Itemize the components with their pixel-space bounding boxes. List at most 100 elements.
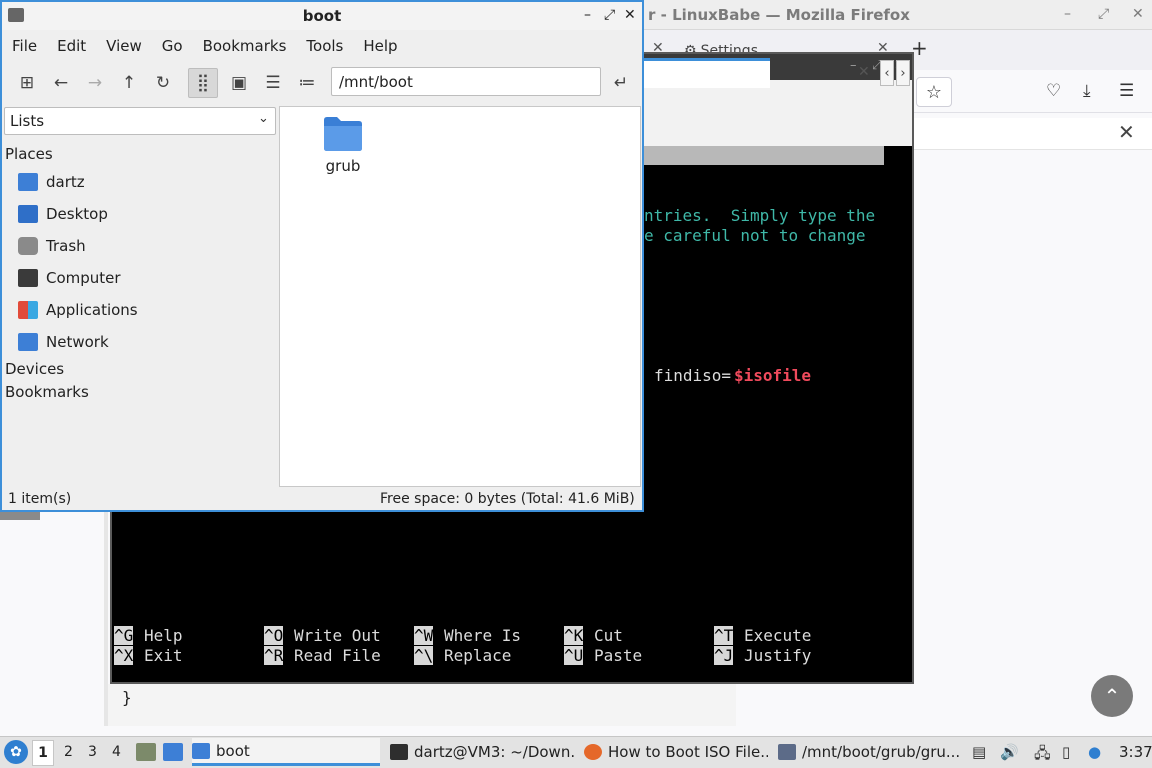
tab-scroll-left-button[interactable]: ‹ [880,60,894,86]
close-icon[interactable]: ✕ [624,7,636,23]
taskbar-task-firefox[interactable]: How to Boot ISO File... [584,738,768,766]
back-icon[interactable]: ← [46,68,76,98]
editor-line: ntries. Simply type the [644,206,876,225]
up-icon[interactable]: ↑ [114,68,144,98]
shortcut-label: Read File [294,646,381,665]
icon-view-icon[interactable]: ⣿ [188,68,218,98]
sidebar-item-label: Applications [46,301,138,319]
sidebar-item-computer[interactable]: Computer [18,266,121,290]
shortcut-key: ^X [114,646,134,665]
menu-bookmarks[interactable]: Bookmarks [193,32,297,60]
sidebar-section-bookmarks[interactable]: Bookmarks [5,383,89,401]
desktop-switcher-4[interactable]: 4 [112,744,121,760]
maximize-icon[interactable]: ⤢ [604,7,615,23]
sidebar-item-network[interactable]: Network [18,330,109,354]
menu-file[interactable]: File [2,32,47,60]
shortcut-label: Where Is [444,626,522,645]
hamburger-menu-icon[interactable]: ☰ [1119,81,1134,101]
sidebar-item-trash[interactable]: Trash [18,234,86,258]
pocket-icon[interactable]: ♡ [1046,81,1061,101]
folder-icon [324,117,362,151]
sidebar-item-label: Network [46,333,109,351]
minimize-icon[interactable]: – [1064,6,1071,22]
sidebar-section-places[interactable]: Places [5,145,53,163]
text-editor-icon [778,744,796,760]
shortcut-label: Write Out [294,626,381,645]
notification-close-icon[interactable]: ✕ [1118,120,1135,144]
minimize-icon[interactable]: – [584,7,591,23]
file-manager-launcher-icon[interactable] [136,743,156,761]
desktop-switcher-1[interactable]: 1 [32,740,54,766]
desktop-switcher-3[interactable]: 3 [88,744,97,760]
sidebar-item-applications[interactable]: Applications [18,298,138,322]
sidebar-mode-select[interactable]: Lists [4,107,276,135]
start-menu-button[interactable]: ✿ [4,740,28,764]
folder-item-grub[interactable]: grub [318,114,368,175]
status-bar: 1 item(s) Free space: 0 bytes (Total: 41… [0,488,640,510]
home-folder-icon [18,173,38,191]
shortcut-label: Paste [594,646,643,665]
menu-view[interactable]: View [96,32,152,60]
minimize-icon[interactable]: – [850,58,857,73]
shortcut-label: Replace [444,646,512,665]
shortcut-label: Justify [744,646,812,665]
shortcut-key: ^T [714,626,734,645]
terminal-tab-close-icon[interactable]: ✕ [858,64,870,80]
downloads-icon[interactable]: ⤓ [1083,81,1091,101]
clock[interactable]: 3:37 [1119,743,1152,761]
file-manager-titlebar[interactable]: boot – ⤢ ✕ [2,2,642,30]
sidebar-item-dartz[interactable]: dartz [18,170,85,194]
start-menu-icon: ✿ [10,744,22,760]
new-tab-icon[interactable]: ⊞ [12,68,42,98]
notification-icon[interactable]: ● [1088,743,1101,761]
sidebar-item-label: dartz [46,173,85,191]
scroll-to-top-button[interactable]: ⌃ [1091,675,1133,717]
taskbar-task-terminal[interactable]: dartz@VM3: ~/Down... [390,738,574,766]
taskbar-task-editor[interactable]: /mnt/boot/grub/gru... [778,738,962,766]
thumbnail-view-icon[interactable]: ▣ [224,68,254,98]
go-to-path-icon[interactable]: ↵ [606,68,636,98]
notification-bar [912,118,1152,150]
taskbar-task-boot[interactable]: boot [192,738,380,766]
maximize-icon[interactable]: ⤢ [1098,6,1109,22]
folder-icon [192,742,210,759]
desktop-switcher-2[interactable]: 2 [64,744,73,760]
network-folder-icon [18,333,38,351]
shortcut-key: ^G [114,626,134,645]
firefox-window-title: r - LinuxBabe — Mozilla Firefox [648,6,910,24]
menu-tools[interactable]: Tools [296,32,353,60]
bookmark-star-button[interactable]: ☆ [916,77,952,107]
volume-icon[interactable]: 🔊 [1000,743,1019,761]
page-code-block [108,684,736,726]
chevron-left-icon: ‹ [884,65,890,81]
clipboard-icon[interactable]: ▤ [972,743,986,761]
folder-label: grub [325,157,361,175]
sidebar-item-desktop[interactable]: Desktop [18,202,108,226]
detailed-list-view-icon[interactable]: ≔ [292,68,322,98]
path-input[interactable]: /mnt/boot [331,67,601,96]
shortcut-key: ^W [414,626,434,645]
trash-icon [18,237,38,255]
reload-icon[interactable]: ↻ [148,68,178,98]
network-icon[interactable]: 🖧 [1034,743,1051,768]
code-closing-brace: } [122,688,132,707]
notes-icon[interactable]: ▯ [1062,743,1070,761]
taskbar-task-label: dartz@VM3: ~/Down... [414,743,574,761]
close-icon[interactable]: ✕ [1132,6,1144,22]
forward-icon[interactable]: → [80,68,110,98]
taskbar-task-label: /mnt/boot/grub/gru... [802,743,961,761]
shortcut-key: ^\ [414,646,434,665]
nano-title-bar [644,146,884,165]
firefox-icon [584,744,602,760]
editor-variable: $isofile [734,366,812,385]
sidebar-section-devices[interactable]: Devices [5,360,64,378]
shortcut-label: Cut [594,626,623,645]
menu-help[interactable]: Help [353,32,407,60]
compact-view-icon[interactable]: ☰ [258,68,288,98]
chevron-right-icon: › [900,65,906,81]
show-desktop-icon[interactable] [163,743,183,761]
shortcut-key: ^U [564,646,584,665]
tab-scroll-right-button[interactable]: › [896,60,910,86]
menu-edit[interactable]: Edit [47,32,96,60]
menu-go[interactable]: Go [152,32,193,60]
